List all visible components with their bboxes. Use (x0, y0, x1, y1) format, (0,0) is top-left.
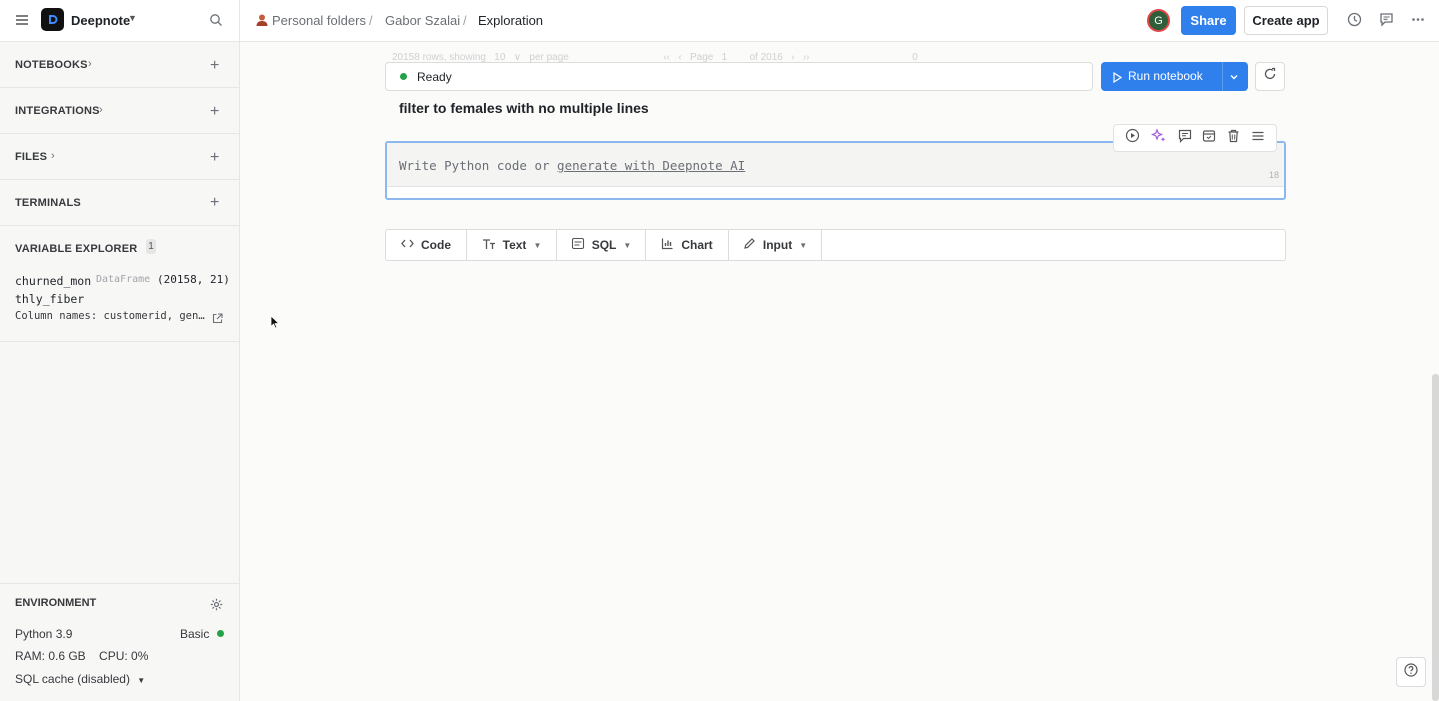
variable-explorer-title: VARIABLE EXPLORER (15, 243, 138, 255)
chevron-down-icon: ▼ (623, 240, 632, 250)
block-toolbar (1113, 124, 1277, 152)
resource-usage: RAM: 0.6 GB CPU: 0% (15, 649, 149, 663)
topbar-divider (239, 0, 240, 42)
add-chart-label: Chart (681, 238, 713, 252)
breadcrumb-personal-folders[interactable]: Personal folders (272, 13, 366, 28)
generate-with-ai-link[interactable]: generate with Deepnote AI (557, 158, 745, 173)
add-input-label: Input (762, 238, 793, 252)
restart-kernel-button[interactable] (1255, 62, 1285, 91)
text-icon (482, 238, 496, 253)
search-icon[interactable] (209, 13, 223, 27)
notebooks-title[interactable]: NOTEBOOKS (15, 59, 88, 71)
left-sidebar: NOTEBOOKS › + INTEGRATIONS › + FILES › +… (0, 42, 240, 701)
integrations-section[interactable]: INTEGRATIONS › + (0, 88, 239, 134)
play-icon (1113, 70, 1123, 88)
add-text-label: Text (502, 238, 527, 252)
add-text-block-button[interactable]: Text ▼ (467, 230, 557, 260)
open-external-icon[interactable] (212, 311, 223, 329)
help-icon (1404, 662, 1418, 682)
terminals-section[interactable]: TERMINALS + (0, 180, 239, 226)
more-options-icon[interactable] (1411, 12, 1425, 27)
breadcrumb-separator: / (463, 13, 467, 28)
folder-avatar-icon (255, 13, 269, 30)
variable-shape: (20158, 21) (157, 273, 230, 286)
files-title[interactable]: FILES (15, 151, 47, 163)
run-notebook-button[interactable]: Run notebook (1101, 62, 1248, 91)
environment-divider (0, 583, 239, 584)
block-line-number: 18 (1269, 170, 1280, 180)
variable-name-continued[interactable]: thly_fiber (15, 292, 84, 306)
integrations-title[interactable]: INTEGRATIONS (15, 105, 100, 117)
kernel-status-text: Ready (417, 70, 452, 84)
block-menu-icon[interactable] (1251, 129, 1265, 148)
chart-icon (661, 237, 674, 253)
chevron-right-icon[interactable]: › (88, 58, 92, 70)
menu-icon[interactable] (14, 12, 30, 28)
create-app-button[interactable]: Create app (1244, 6, 1328, 35)
add-chart-block-button[interactable]: Chart (646, 230, 729, 260)
environment-title: ENVIRONMENT (15, 597, 97, 609)
comment-icon[interactable] (1178, 129, 1192, 148)
block-visibility-icon[interactable] (1202, 129, 1216, 148)
files-section[interactable]: FILES › + (0, 134, 239, 180)
pencil-icon (743, 237, 756, 253)
kernel-status-bar: Ready (385, 62, 1093, 91)
breadcrumb-user-folder[interactable]: Gabor Szalai (385, 13, 460, 28)
add-sql-label: SQL (591, 238, 617, 252)
deepnote-logo[interactable] (41, 8, 64, 31)
machine-status-dot (217, 630, 224, 637)
chevron-right-icon[interactable]: › (99, 104, 103, 116)
sql-icon (571, 237, 585, 253)
chevron-down-icon[interactable] (1228, 70, 1240, 88)
add-input-block-button[interactable]: Input ▼ (729, 230, 822, 260)
python-version[interactable]: Python 3.9 (15, 627, 72, 641)
variable-type: DataFrame (96, 274, 151, 285)
run-divider (1222, 62, 1223, 91)
breadcrumb-current-notebook[interactable]: Exploration (478, 13, 543, 28)
add-notebook-icon[interactable]: + (210, 58, 219, 74)
gear-icon[interactable] (210, 598, 223, 616)
add-block-bar: Code Text ▼ SQL ▼ Chart Input ▼ (385, 229, 1286, 261)
code-icon (401, 238, 414, 252)
code-placeholder: Write Python code or generate with Deepn… (399, 158, 745, 173)
chevron-down-icon: ▼ (137, 676, 146, 685)
add-sql-block-button[interactable]: SQL ▼ (557, 230, 646, 260)
add-file-icon[interactable]: + (210, 150, 219, 166)
notebooks-section[interactable]: NOTEBOOKS › + (0, 42, 239, 88)
add-code-block-button[interactable]: Code (386, 230, 467, 260)
text-block-heading[interactable]: filter to females with no multiple lines (399, 100, 649, 116)
machine-type[interactable]: Basic (180, 627, 209, 641)
main-scrollbar[interactable] (1432, 374, 1439, 701)
code-placeholder-prefix: Write Python code or (399, 158, 558, 173)
mouse-cursor-icon (270, 315, 280, 334)
workspace-name[interactable]: Deepnote (71, 13, 130, 28)
sql-cache-dropdown[interactable]: SQL cache (disabled) ▼ (15, 672, 145, 686)
history-icon[interactable] (1347, 12, 1362, 27)
sql-cache-label: SQL cache (disabled) (15, 672, 130, 686)
top-bar: Deepnote ▼ Personal folders / Gabor Szal… (0, 0, 1439, 42)
ready-status-dot (400, 73, 407, 80)
variable-count-badge: 1 (146, 239, 156, 254)
share-button[interactable]: Share (1181, 6, 1236, 35)
terminals-title[interactable]: TERMINALS (15, 197, 81, 209)
add-code-label: Code (421, 238, 451, 252)
add-terminal-icon[interactable]: + (210, 195, 219, 211)
ai-sparkle-icon[interactable] (1150, 127, 1167, 149)
add-integration-icon[interactable]: + (210, 104, 219, 120)
variable-columns: Column names: customerid, gen… (15, 310, 205, 322)
help-button[interactable] (1396, 657, 1426, 687)
run-block-icon[interactable] (1125, 128, 1140, 148)
variable-name[interactable]: churned_mon (15, 274, 91, 288)
refresh-icon (1263, 67, 1277, 86)
workspace-caret-icon[interactable]: ▼ (128, 13, 137, 23)
comments-icon[interactable] (1379, 12, 1394, 27)
delete-block-icon[interactable] (1227, 129, 1240, 148)
breadcrumb-separator: / (369, 13, 373, 28)
chevron-down-icon: ▼ (799, 240, 808, 250)
chevron-down-icon: ▼ (533, 240, 542, 250)
chevron-right-icon[interactable]: › (51, 150, 55, 162)
run-notebook-label: Run notebook (1128, 69, 1203, 83)
user-avatar[interactable]: G (1147, 9, 1170, 32)
